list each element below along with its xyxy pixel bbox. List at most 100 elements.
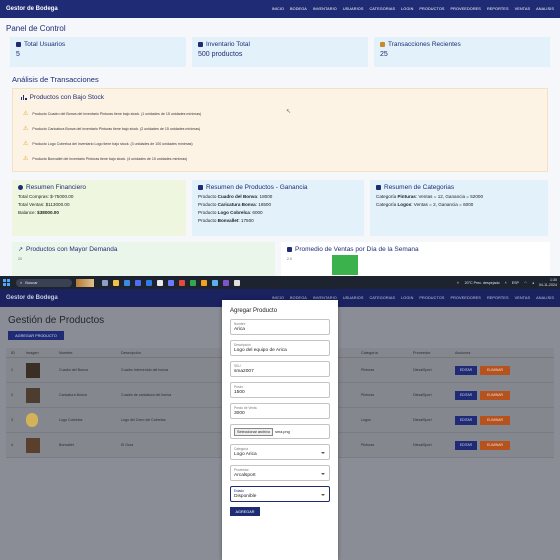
nav-inventario[interactable]: INVENTARIO — [313, 7, 337, 11]
financial-title: Resumen Financiero — [26, 184, 86, 191]
description-field[interactable]: Descripción Logo del equipo de Arica — [230, 340, 330, 356]
brand[interactable]: Gestor de Bodega — [6, 295, 58, 301]
status-select[interactable]: Estado Disponible — [230, 486, 330, 502]
col-actions: Acciones — [455, 350, 471, 355]
alert-text: Producto Bonvallet del inventario Pintur… — [32, 156, 188, 161]
cell-name: Caricatura Bonva — [59, 393, 87, 397]
add-product-button[interactable]: AGREGAR PRODUCTO — [8, 331, 64, 340]
clock[interactable]: 1:30 04-11-2024 — [539, 278, 557, 286]
low-stock-list: ⚠ Producto Cuadro del Bonva del inventari… — [21, 106, 539, 166]
app-icon[interactable] — [223, 279, 229, 286]
field-value: Logo Arica — [234, 452, 257, 457]
products-window: Gestor de Bodega INICIO BODEGA INVENTARI… — [0, 289, 560, 560]
total-compras: Total Compras: $-75000.00 — [18, 194, 74, 199]
low-stock-title: Productos con Bajo Stock — [29, 94, 104, 101]
nav-productos[interactable]: PRODUCTOS — [419, 296, 444, 300]
provider-select[interactable]: Proveedor Arcalsport — [230, 465, 330, 481]
nav-analisis[interactable]: ANALISIS — [536, 7, 554, 11]
nav-ventas[interactable]: VENTAS — [515, 7, 531, 11]
nav-proveedores[interactable]: PROVEEDORES — [451, 296, 481, 300]
add-product-dialog: Agregar Producto Nombre Arica Descripción… — [222, 300, 338, 560]
category-value: : Ventas = 12, Ganancia = 52000 — [415, 194, 484, 199]
chevron-down-icon — [321, 473, 325, 475]
cell-category: Pinturas — [361, 393, 375, 397]
nav-inicio[interactable]: INICIO — [272, 7, 284, 11]
nav-bodega[interactable]: BODEGA — [290, 7, 307, 11]
weekday-axis-tick: 2.0 — [287, 257, 292, 261]
nav-ventas[interactable]: VENTAS — [515, 296, 531, 300]
kpi-title: Transacciones Recientes — [388, 41, 461, 48]
low-stock-alert: ⚠ Producto Caricatura Bonva del inventari… — [21, 121, 539, 136]
gain-value: : 6000 — [249, 210, 263, 215]
submit-button[interactable]: AGREGAR — [230, 507, 260, 516]
delete-button[interactable]: ELIMINAR — [480, 390, 510, 400]
nav-usuarios[interactable]: USUARIOS — [343, 296, 364, 300]
gain-name: Bonvallet — [217, 218, 239, 223]
kpi-value: 25 — [380, 51, 388, 58]
tray-arrow-icon[interactable]: ˄ — [505, 281, 507, 285]
sale-price-field[interactable]: Precio de Venta 3000 — [230, 403, 330, 419]
name-field[interactable]: Nombre Arica — [230, 319, 330, 335]
nav-login[interactable]: LOGIN — [401, 296, 413, 300]
nav-links: INICIO BODEGA INVENTARIO USUARIOS CATEGO… — [272, 7, 554, 11]
category-select[interactable]: Categoría Logo Arica — [230, 444, 330, 460]
edit-button[interactable]: EDITAR — [455, 365, 477, 375]
categories-title: Resumen de Categorias — [384, 184, 455, 191]
nav-analisis[interactable]: ANALISIS — [536, 296, 554, 300]
nav-usuarios[interactable]: USUARIOS — [343, 7, 364, 11]
taskbar-search[interactable]: ⌕ Buscar — [16, 278, 72, 287]
windows-start-icon[interactable] — [3, 279, 10, 286]
cell-id: 1 — [11, 368, 13, 372]
volume-icon[interactable]: ◂ — [532, 281, 534, 285]
category-row: Categoría Pinturas: Ventas = 12, Gananci… — [376, 194, 542, 199]
gain-value: : 18000 — [256, 194, 273, 199]
task-view-icon[interactable] — [102, 279, 108, 286]
clock-date: 04-11-2024 — [538, 282, 557, 287]
wifi-icon[interactable]: ◠ — [524, 281, 527, 285]
app-icon[interactable] — [157, 279, 163, 286]
calendar-icon — [287, 247, 293, 252]
chart-cards: ↗ Productos con Mayor Demanda 20 Promedio… — [0, 236, 560, 276]
cell-category: Logos — [361, 418, 371, 422]
cell-id: 4 — [11, 443, 13, 447]
system-tray: ☀ 20°C Prec. despejado ˄ ESP ◠ ◂ 1:30 04… — [456, 278, 557, 286]
low-stock-alert: ⚠ Producto Cuadro del Bonva del inventari… — [21, 106, 539, 121]
brand[interactable]: Gestor de Bodega — [6, 6, 58, 12]
nav-proveedores[interactable]: PROVEEDORES — [451, 7, 481, 11]
weekday-chart-card: Promedio de Ventas por Día de la Semana … — [281, 242, 550, 276]
app-icon[interactable] — [168, 279, 174, 286]
edit-button[interactable]: EDITAR — [455, 440, 477, 450]
nav-login[interactable]: LOGIN — [401, 7, 413, 11]
nav-reportes[interactable]: REPORTES — [487, 296, 509, 300]
app-icon[interactable] — [212, 279, 218, 286]
edge-icon[interactable] — [124, 279, 130, 286]
delete-button[interactable]: ELIMINAR — [480, 365, 510, 375]
choose-file-button[interactable]: Seleccionar archivo — [234, 427, 274, 436]
gain-row: Producto Cuadro del Bonva: 18000 — [198, 194, 358, 199]
nav-categorias[interactable]: CATEGORIAS — [369, 296, 395, 300]
vscode-icon[interactable] — [146, 279, 152, 286]
balance-label: Balance: — [18, 210, 36, 215]
store-icon[interactable] — [135, 279, 141, 286]
weekday-bar — [331, 255, 358, 275]
sku-field[interactable]: SKU sma2007 — [230, 361, 330, 377]
nav-categorias[interactable]: CATEGORIAS — [369, 7, 395, 11]
chrome-icon[interactable] — [179, 279, 185, 286]
delete-button[interactable]: ELIMINAR — [480, 440, 510, 450]
file-explorer-icon[interactable] — [113, 279, 119, 286]
product-image — [26, 437, 40, 453]
edit-button[interactable]: EDITAR — [455, 415, 477, 425]
kpi-cards: Total Usuarios 5 Inventario Total 500 pr… — [0, 33, 560, 67]
app-icon[interactable] — [201, 279, 207, 286]
balance-value: $38000.00 — [37, 210, 59, 215]
nav-productos[interactable]: PRODUCTOS — [419, 7, 444, 11]
kpi-title: Inventario Total — [206, 41, 250, 48]
app-icon[interactable] — [234, 279, 240, 286]
edit-button[interactable]: EDITAR — [455, 390, 477, 400]
app-icon[interactable] — [190, 279, 196, 286]
alert-text: Producto Cuadro del Bonva del inventario… — [32, 111, 202, 116]
price-field[interactable]: Precio 1500 — [230, 382, 330, 398]
delete-button[interactable]: ELIMINAR — [480, 415, 510, 425]
language-indicator[interactable]: ESP — [512, 281, 519, 285]
nav-reportes[interactable]: REPORTES — [487, 7, 509, 11]
